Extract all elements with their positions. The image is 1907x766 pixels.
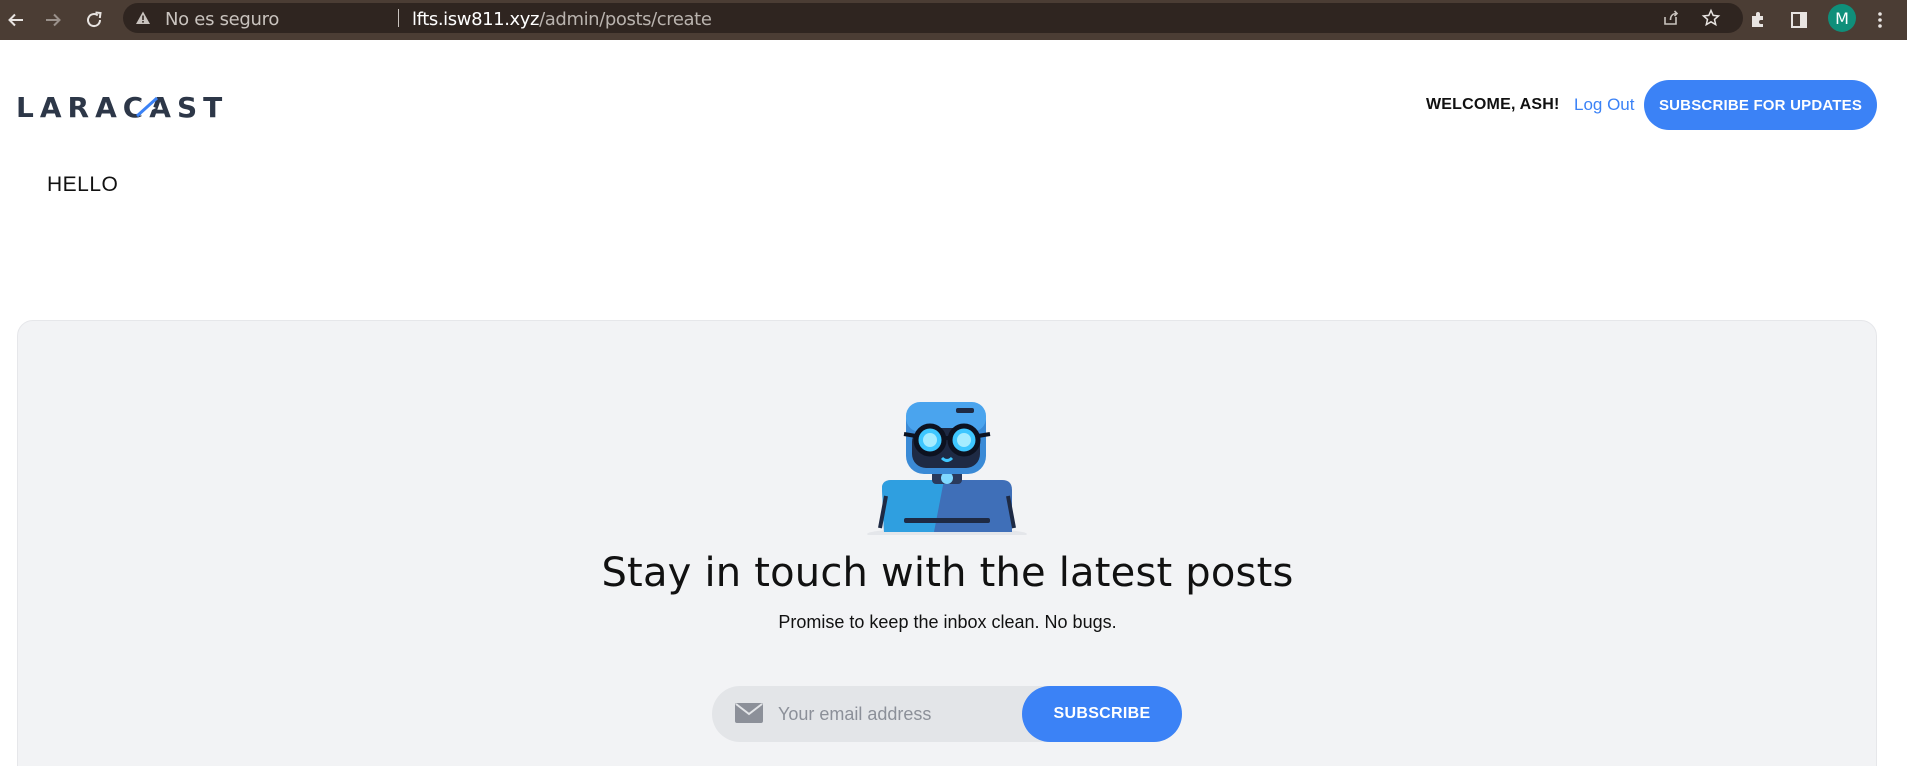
browser-toolbar: No es seguro lfts.isw811.xyz/admin/posts…: [0, 0, 1907, 40]
back-icon[interactable]: [2, 6, 30, 34]
url-host: lfts.isw811.xyz: [412, 9, 540, 30]
welcome-message: WELCOME, ASH!: [1426, 96, 1560, 113]
laracasts-logo-icon: LARACASTS: [16, 92, 228, 122]
page-heading: HELLO: [47, 173, 119, 196]
warning-icon: [135, 10, 151, 26]
address-bar[interactable]: No es seguro lfts.isw811.xyz/admin/posts…: [123, 3, 1743, 33]
side-panel-icon[interactable]: [1785, 6, 1813, 34]
logo-text: LARACASTS: [16, 92, 228, 122]
newsletter-subtitle: Promise to keep the inbox clean. No bugs…: [778, 612, 1117, 632]
url-path: /admin/posts/create: [539, 9, 712, 30]
robot-mascot-icon: [867, 402, 1027, 535]
subscribe-for-updates-button[interactable]: SUBSCRIBE FOR UPDATES: [1644, 80, 1877, 130]
logout-link[interactable]: Log Out: [1574, 95, 1635, 115]
email-input[interactable]: [778, 696, 1018, 732]
url-text[interactable]: lfts.isw811.xyz/admin/posts/create: [412, 9, 712, 30]
profile-avatar[interactable]: M: [1828, 4, 1856, 32]
extensions-icon[interactable]: [1744, 6, 1772, 34]
bookmark-star-icon[interactable]: [1701, 8, 1721, 28]
separator: [398, 9, 399, 27]
security-status[interactable]: No es seguro: [165, 9, 279, 30]
mail-icon: [735, 703, 763, 723]
forward-icon[interactable]: [39, 6, 67, 34]
share-icon[interactable]: [1661, 8, 1681, 28]
menu-kebab-icon[interactable]: [1866, 6, 1894, 34]
subscribe-button[interactable]: SUBSCRIBE: [1022, 686, 1182, 742]
reload-icon[interactable]: [80, 6, 108, 34]
site-logo[interactable]: LARACASTS: [16, 92, 228, 122]
newsletter-title: Stay in touch with the latest posts: [601, 550, 1294, 596]
